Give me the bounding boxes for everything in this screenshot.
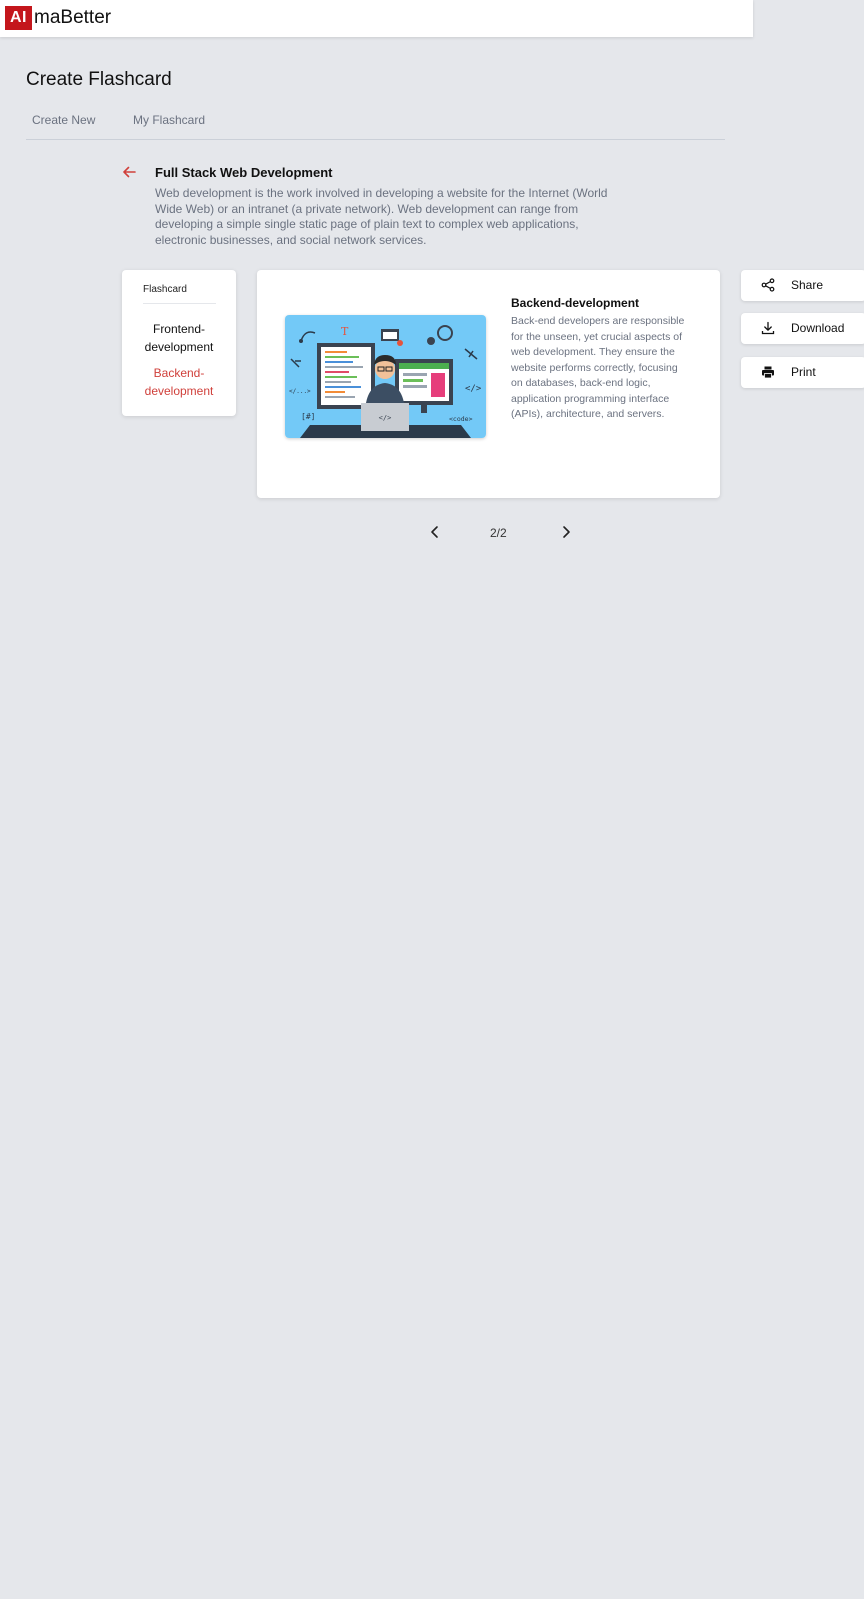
illus-label-code-right: </> [465, 384, 482, 394]
download-icon [761, 321, 775, 335]
illus-label-hash: [#] [301, 412, 315, 421]
flashcard-topic-list: Flashcard Frontend-development Backend-d… [122, 270, 236, 416]
top-navbar: AI maBetter [0, 0, 753, 37]
tab-bar: Create New My Flashcard [26, 111, 725, 140]
download-button[interactable]: Download [741, 313, 864, 344]
page-title: Create Flashcard [26, 69, 172, 90]
topic-item-frontend[interactable]: Frontend-development [122, 320, 236, 356]
flashcard-title: Backend-development [511, 296, 640, 310]
course-title: Full Stack Web Development [155, 165, 333, 180]
divider [143, 303, 216, 304]
print-label: Print [791, 365, 816, 379]
chevron-right-icon[interactable] [559, 524, 573, 540]
tab-create-new[interactable]: Create New [32, 113, 95, 127]
topic-item-backend[interactable]: Backend-development [122, 364, 236, 400]
share-label: Share [791, 278, 824, 292]
backend-developer-illustration: </> T </...> </> [#] <code> [285, 315, 486, 438]
svg-text:</>: </> [379, 414, 392, 422]
illus-label-code-tag: <code> [449, 415, 473, 423]
course-description: Web development is the work involved in … [155, 186, 608, 248]
flashcard: </> T </...> </> [#] <code> Backend-deve… [257, 270, 720, 498]
flashcard-body: Back-end developers are responsible for … [511, 315, 685, 420]
download-label: Download [791, 321, 845, 335]
illus-label-t: T [341, 325, 349, 338]
page-indicator: 2/2 [490, 526, 507, 540]
print-button[interactable]: Print [741, 357, 864, 388]
logo-text: maBetter [34, 7, 112, 28]
tab-my-flashcard[interactable]: My Flashcard [133, 113, 205, 127]
illus-label-tag: </...> [289, 388, 311, 395]
share-button[interactable]: Share [741, 270, 864, 301]
almabetter-logo[interactable]: AI maBetter [5, 6, 111, 30]
logo-mark: AI [5, 6, 32, 30]
chevron-left-icon[interactable] [428, 524, 442, 540]
arrow-left-icon[interactable] [121, 164, 137, 180]
share-icon [761, 278, 775, 292]
flashcard-list-heading: Flashcard [143, 284, 187, 295]
print-icon [762, 366, 774, 379]
